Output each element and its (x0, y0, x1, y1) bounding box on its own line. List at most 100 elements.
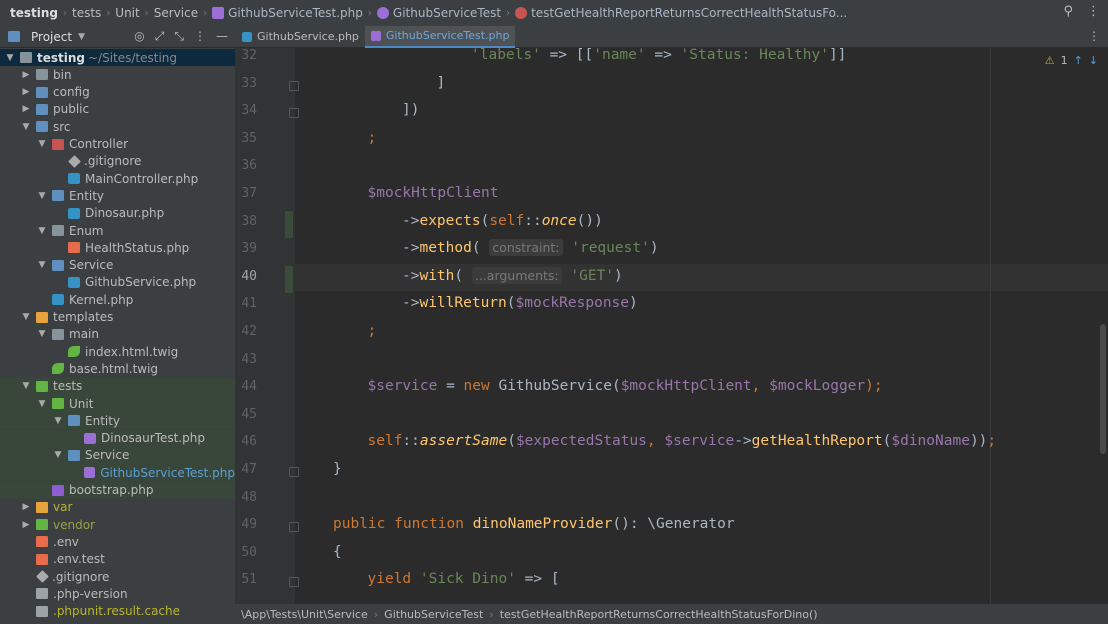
chevron-down-icon[interactable]: ▼ (36, 139, 48, 149)
chevron-down-icon[interactable]: ▼ (78, 32, 85, 42)
arrow-down-icon[interactable]: ↓ (1089, 54, 1098, 67)
tree-item[interactable]: GithubService.php (0, 274, 235, 291)
vertical-scrollbar[interactable] (1100, 324, 1106, 454)
chevron-down-icon[interactable]: ▼ (20, 381, 32, 391)
chevron-right-icon[interactable]: ▶ (20, 70, 32, 80)
tree-item[interactable]: ▶ public (0, 101, 235, 118)
tree-item[interactable]: ▼ Service (0, 257, 235, 274)
chevron-right-icon[interactable]: ▶ (20, 87, 32, 97)
line-number[interactable]: 45 (235, 407, 257, 422)
tree-item[interactable]: MainController.php (0, 170, 235, 187)
chevron-down-icon[interactable]: ▼ (36, 226, 48, 236)
more-options-icon[interactable]: ⋮ (194, 29, 206, 44)
tree-item[interactable]: ▼ Unit (0, 395, 235, 412)
tree-item[interactable]: ▼ Enum (0, 222, 235, 239)
line-number[interactable]: 48 (235, 490, 257, 505)
tree-item[interactable]: bootstrap.php (0, 481, 235, 499)
tree-item[interactable]: index.html.twig (0, 343, 235, 360)
chevron-down-icon[interactable]: ▼ (4, 53, 16, 63)
chevron-right-icon[interactable]: ▶ (20, 104, 32, 114)
tree-item[interactable]: .php-version (0, 585, 235, 602)
class-crumb[interactable]: GithubServiceTest (384, 608, 483, 621)
chevron-down-icon[interactable]: ▼ (52, 450, 64, 460)
line-number[interactable]: 46 (235, 434, 257, 449)
code-editor[interactable]: 32 33 34 35 36 37 38 39 40 41 42 43 44 45 46 47 48 49 50 51… (235, 48, 1108, 604)
line-number[interactable]: 43 (235, 352, 257, 367)
tree-item[interactable]: .env.test (0, 551, 235, 568)
change-marker[interactable] (285, 265, 293, 293)
code-line[interactable]: $service = new GithubService($mockHttpCl… (368, 378, 883, 394)
tree-item[interactable]: .phpunit.result.cache (0, 603, 235, 620)
code-line[interactable]: 'labels' => [['name' => 'Status: Healthy… (471, 48, 846, 63)
tree-item[interactable]: DinosaurTest.php (0, 429, 235, 447)
tree-item[interactable]: ▼ src (0, 118, 235, 135)
code-line[interactable]: ->with( ...arguments: 'GET') (402, 266, 623, 284)
line-number[interactable]: 40 (235, 269, 257, 284)
change-marker[interactable] (285, 210, 293, 238)
tree-item[interactable]: ▶ config (0, 84, 235, 101)
code-line[interactable]: { (333, 544, 342, 560)
line-number[interactable]: 38 (235, 214, 257, 229)
line-number[interactable]: 51 (235, 572, 257, 587)
tab-options-icon[interactable]: ⋮ (1088, 29, 1100, 43)
tree-item[interactable]: ▶ var (0, 499, 235, 516)
locate-icon[interactable]: ◎ (134, 29, 144, 44)
code-line[interactable]: ; (368, 130, 377, 146)
code-line[interactable]: public function dinoNameProvider(): \Gen… (333, 516, 735, 532)
expand-all-icon[interactable]: ⤢ (155, 29, 165, 44)
fold-marker-icon[interactable] (289, 80, 299, 91)
namespace-crumb[interactable]: \App\Tests\Unit\Service (241, 608, 368, 621)
chevron-down-icon[interactable]: ▼ (36, 191, 48, 201)
tree-item[interactable]: ▼ Controller (0, 136, 235, 153)
breadcrumb-unit[interactable]: Unit (115, 6, 139, 20)
tree-item[interactable]: Kernel.php (0, 291, 235, 308)
tree-item[interactable]: GithubServiceTest.php (0, 464, 235, 482)
code-line[interactable]: ; (368, 323, 377, 339)
tree-item[interactable]: .env (0, 533, 235, 550)
tree-item[interactable]: ▼ templates (0, 309, 235, 326)
tree-item[interactable]: Dinosaur.php (0, 205, 235, 222)
code-line[interactable]: yield 'Sick Dino' => [ (368, 571, 560, 587)
line-number[interactable]: 35 (235, 131, 257, 146)
chevron-down-icon[interactable]: ▼ (36, 399, 48, 409)
project-view-selector[interactable]: Project ▼ ◎ ⤢ ⤡ ⋮ — (0, 29, 236, 44)
chevron-down-icon[interactable]: ▼ (52, 416, 64, 426)
tab-githubservice[interactable]: GithubService.php (236, 26, 365, 48)
line-number[interactable]: 34 (235, 103, 257, 118)
tree-item[interactable]: ▶ vendor (0, 516, 235, 533)
tree-item[interactable]: ▼ testing ~/Sites/testing (0, 49, 235, 66)
chevron-down-icon[interactable]: ▼ (36, 329, 48, 339)
tree-item[interactable]: base.html.twig (0, 360, 235, 377)
code-line[interactable]: } (333, 461, 342, 477)
line-number[interactable]: 47 (235, 462, 257, 477)
code-line[interactable]: $mockHttpClient (368, 185, 499, 201)
code-line[interactable]: ->method( constraint: 'request') (402, 239, 659, 257)
line-number[interactable]: 42 (235, 324, 257, 339)
more-options-icon[interactable]: ⋮ (1087, 4, 1100, 19)
line-number[interactable]: 36 (235, 158, 257, 173)
line-number[interactable]: 41 (235, 296, 257, 311)
tree-item[interactable]: .gitignore (0, 153, 235, 170)
tree-item[interactable]: ▼ tests (0, 377, 235, 395)
tree-item[interactable]: HealthStatus.php (0, 239, 235, 256)
code-line[interactable]: ] (437, 75, 446, 91)
breadcrumb-project[interactable]: testing (10, 6, 58, 20)
line-number[interactable]: 44 (235, 379, 257, 394)
chevron-right-icon[interactable]: ▶ (20, 502, 32, 512)
editor-gutter[interactable]: 32 33 34 35 36 37 38 39 40 41 42 43 44 45 46 47 48 49 50 51 (235, 48, 299, 604)
hide-icon[interactable]: — (216, 29, 228, 44)
search-icon[interactable]: ⚲ (1063, 4, 1073, 19)
arrow-up-icon[interactable]: ↑ (1074, 54, 1083, 67)
method-crumb[interactable]: testGetHealthReportReturnsCorrectHealthS… (500, 608, 818, 621)
chevron-down-icon[interactable]: ▼ (20, 312, 32, 322)
inspection-widget[interactable]: ⚠ 1 ↑ ↓ (1045, 54, 1098, 67)
line-number[interactable]: 49 (235, 517, 257, 532)
code-line[interactable]: self::assertSame($expectedStatus, $servi… (368, 433, 997, 449)
breadcrumb-method[interactable]: testGetHealthReportReturnsCorrectHealthS… (531, 6, 847, 20)
tree-item[interactable]: ▼ Entity (0, 187, 235, 204)
chevron-right-icon[interactable]: ▶ (20, 520, 32, 530)
tree-item[interactable]: .gitignore (0, 568, 235, 585)
code-line[interactable]: ]) (402, 102, 419, 118)
fold-marker-icon[interactable] (289, 467, 299, 477)
breadcrumb-file[interactable]: GithubServiceTest.php (228, 6, 363, 20)
